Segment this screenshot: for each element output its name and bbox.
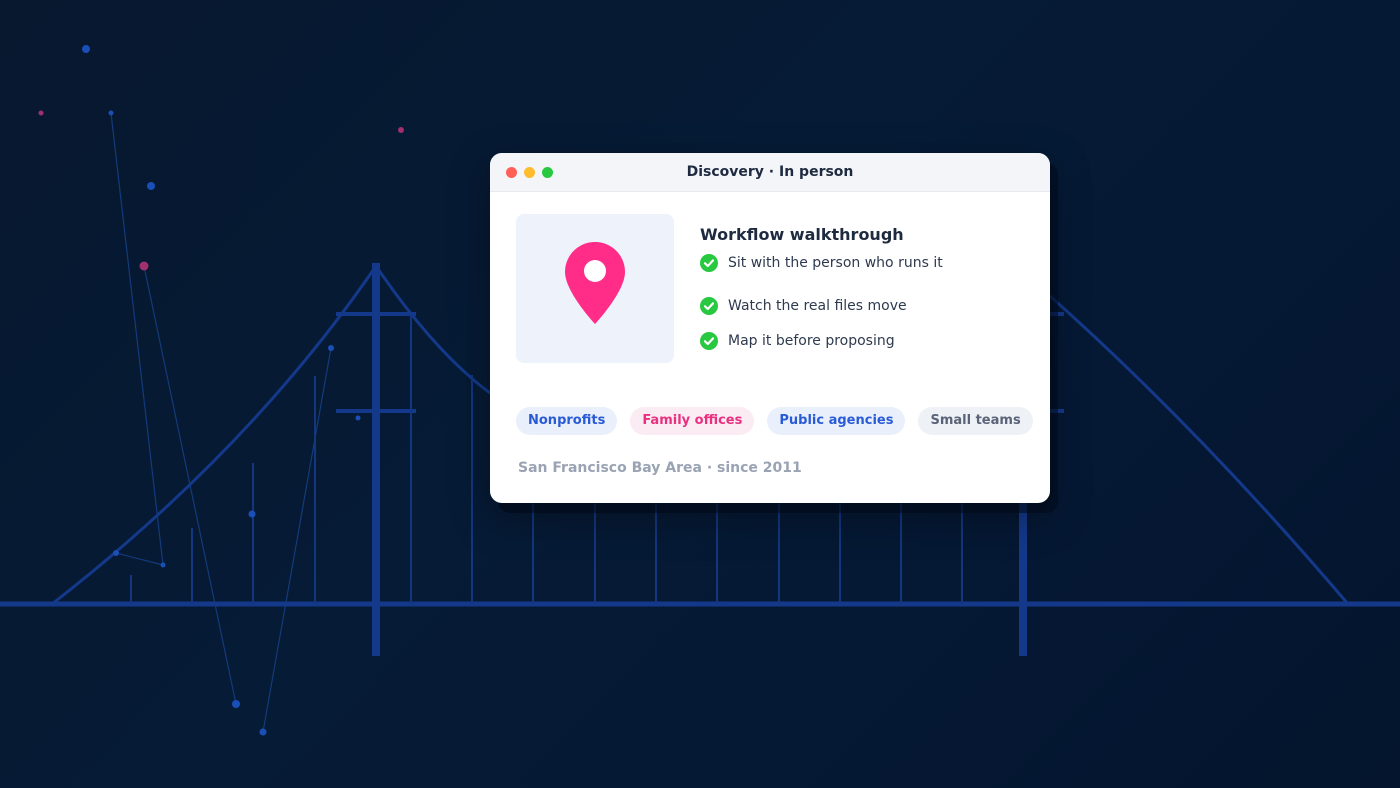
tag-small-teams: Small teams (918, 407, 1033, 435)
tag-public-agencies: Public agencies (767, 407, 906, 435)
tag-nonprofits: Nonprofits (516, 407, 618, 435)
checklist-item-text: Watch the real files move (728, 297, 907, 314)
location-footer: San Francisco Bay Area · since 2011 (518, 460, 802, 476)
window-titlebar: Discovery · In person (490, 153, 1050, 192)
section-heading: Workflow walkthrough (700, 225, 904, 244)
checklist-item: Map it before proposing (700, 323, 943, 358)
checklist-item: Sit with the person who runs it (700, 253, 943, 273)
map-pin-icon (565, 242, 625, 324)
check-circle-icon (700, 296, 718, 315)
checklist-item-text: Sit with the person who runs it (728, 255, 943, 271)
walkthrough-content: Workflow walkthrough Sit with the person… (700, 225, 943, 358)
window-title: Discovery · In person (686, 164, 854, 180)
audience-tags: Nonprofits Family offices Public agencie… (516, 407, 1033, 435)
tag-family-offices: Family offices (630, 407, 755, 435)
check-circle-icon (700, 254, 718, 272)
checklist-item: Watch the real files move (700, 288, 943, 323)
discovery-window: Discovery · In person Workflow walkthrou… (490, 153, 1050, 503)
checklist-item-text: Map it before proposing (728, 332, 895, 349)
location-illustration (516, 214, 674, 363)
check-circle-icon (700, 331, 718, 350)
checklist: Sit with the person who runs it Watch th… (700, 253, 943, 358)
